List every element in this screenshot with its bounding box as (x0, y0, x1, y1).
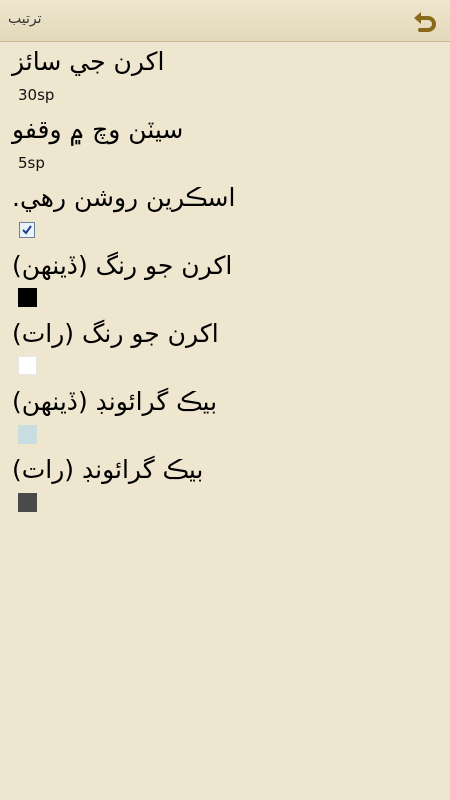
page-title: ترتيب (8, 11, 42, 27)
keep-screen-on-checkbox[interactable] (19, 222, 35, 238)
setting-label: اکرن جو رنگ (رات) (12, 319, 219, 348)
checkmark-icon (22, 225, 32, 235)
color-swatch-text-night[interactable] (18, 356, 37, 375)
settings-list: اکرن جي سائز 30sp سيٽن وچ ۾ وقفو 5sp اسڪ… (0, 42, 450, 518)
setting-label: اکرن جو رنگ (ڏينهن) (12, 251, 233, 280)
setting-text-color-day[interactable]: اکرن جو رنگ (ڏينهن) (0, 246, 450, 314)
setting-keep-screen-on[interactable]: اسڪرين روشن رهي. (0, 178, 450, 246)
back-arrow-icon (414, 12, 436, 32)
back-button[interactable] (408, 4, 442, 38)
color-swatch-background-night[interactable] (18, 493, 37, 512)
setting-font-size[interactable]: اکرن جي سائز 30sp (0, 42, 450, 110)
setting-label: اسڪرين روشن رهي. (12, 183, 236, 212)
setting-label: سيٽن وچ ۾ وقفو (12, 115, 184, 144)
setting-label: بيڪ گرائونڊ (ڏينهن) (12, 387, 218, 416)
setting-label: بيڪ گرائونڊ (رات) (12, 455, 204, 484)
setting-value: 5sp (18, 154, 45, 172)
setting-text-color-night[interactable]: اکرن جو رنگ (رات) (0, 314, 450, 382)
setting-background-night[interactable]: بيڪ گرائونڊ (رات) (0, 450, 450, 518)
setting-line-spacing[interactable]: سيٽن وچ ۾ وقفو 5sp (0, 110, 450, 178)
title-bar: ترتيب (0, 0, 450, 42)
color-swatch-background-day[interactable] (18, 425, 37, 444)
setting-value: 30sp (18, 86, 55, 104)
setting-label: اکرن جي سائز (12, 47, 165, 76)
setting-background-day[interactable]: بيڪ گرائونڊ (ڏينهن) (0, 382, 450, 450)
color-swatch-text-day[interactable] (18, 288, 37, 307)
